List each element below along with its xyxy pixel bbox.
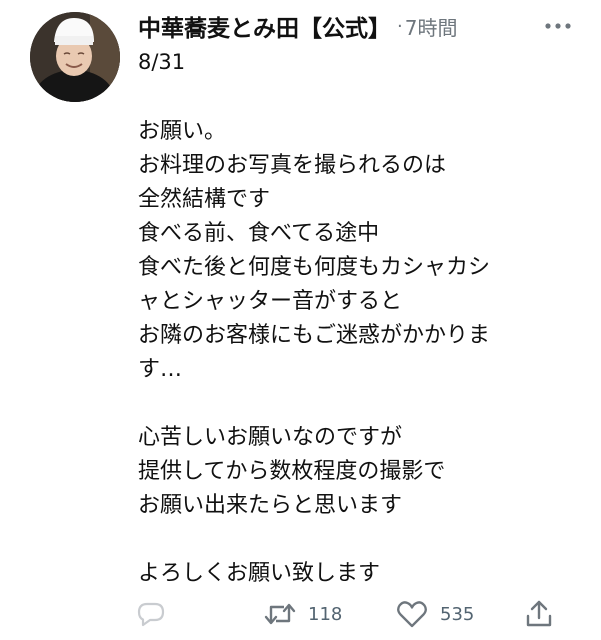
retweet-icon: [264, 603, 296, 625]
like-count: 535: [440, 603, 475, 625]
body-line: す…: [138, 357, 183, 382]
tweet-date: 8/31: [138, 50, 186, 74]
body-line: 食べる前、食べてる途中: [138, 221, 380, 246]
like-button[interactable]: 535: [396, 594, 474, 634]
reply-icon: [137, 602, 165, 627]
retweet-button[interactable]: 118: [264, 594, 342, 634]
body-line: 全然結構です: [138, 187, 271, 212]
avatar[interactable]: [30, 12, 120, 102]
reply-button[interactable]: [136, 594, 178, 634]
tweet-header: 中華蕎麦とみ田【公式】 · 7時間: [138, 8, 578, 44]
retweet-count: 118: [308, 603, 343, 625]
body-line: 心苦しいお願いなのですが: [138, 425, 403, 450]
avatar-image: [30, 12, 120, 102]
body-line: お願い。: [138, 119, 227, 144]
display-name[interactable]: 中華蕎麦とみ田【公式】: [138, 9, 391, 43]
body-line: 提供してから数枚程度の撮影で: [138, 459, 446, 484]
more-options-button[interactable]: [538, 12, 578, 40]
body-line: ャとシャッター音がすると: [138, 289, 403, 314]
heart-icon: [397, 601, 427, 628]
tweet: 中華蕎麦とみ田【公式】 · 7時間 8/31 お願い。 お料理のお写真を撮られる…: [0, 0, 601, 640]
share-icon: [526, 600, 552, 627]
body-line: お料理のお写真を撮られるのは: [138, 153, 447, 178]
tweet-body: お願い。 お料理のお写真を撮られるのは 全然結構です 食べる前、食べてる途中 食…: [138, 115, 598, 591]
body-line: お願い出来たらと思います: [138, 493, 403, 518]
timestamp[interactable]: 7時間: [405, 12, 458, 41]
body-line: 食べた後と何度も何度もカシャカシ: [138, 255, 491, 280]
share-button[interactable]: [524, 594, 554, 634]
separator-dot: ·: [397, 15, 403, 37]
body-line: お隣のお客様にもご迷惑がかかりま: [138, 323, 491, 348]
action-bar: 118 535: [0, 594, 601, 634]
body-line: よろしくお願い致します: [138, 561, 381, 586]
more-icon: [545, 23, 571, 29]
